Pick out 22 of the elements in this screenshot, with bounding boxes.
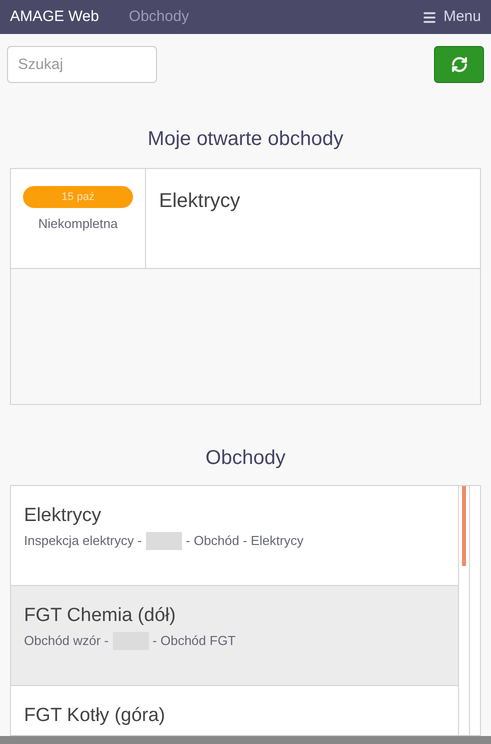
date-badge: 15 paź bbox=[23, 186, 133, 208]
redacted-block bbox=[146, 532, 182, 550]
round-list-item[interactable]: FGT Chemia (dół) Obchód wzór - - Obchód FGT bbox=[11, 586, 458, 686]
search-field[interactable]: Szukaj bbox=[7, 46, 157, 83]
section-title: Moje otwarte obchody bbox=[146, 127, 344, 152]
round-name: Elektrycy bbox=[24, 504, 102, 528]
section-title: Obchody bbox=[204, 446, 287, 472]
round-description: - Obchód - Elektrycy bbox=[186, 532, 304, 550]
refresh-icon bbox=[450, 56, 468, 73]
round-description: - Obchód FGT bbox=[152, 632, 236, 650]
round-name: FGT Chemia (dół) bbox=[24, 604, 176, 628]
menu-button[interactable]: Menu bbox=[422, 6, 481, 28]
round-name: Elektrycy bbox=[159, 189, 240, 214]
refresh-button[interactable] bbox=[434, 46, 484, 83]
brand-link[interactable]: AMAGE Web bbox=[10, 6, 99, 28]
round-description: Obchód wzór - bbox=[24, 632, 109, 650]
round-description: Inspekcja elektrycy - bbox=[24, 532, 142, 550]
menu-icon bbox=[422, 10, 438, 24]
status-label: Niekompletna bbox=[38, 215, 118, 233]
round-name: FGT Kotły (góra) bbox=[24, 704, 166, 728]
open-round-card[interactable]: 15 paź Niekompletna Elektrycy bbox=[11, 169, 480, 269]
scrollbar[interactable] bbox=[458, 486, 470, 736]
